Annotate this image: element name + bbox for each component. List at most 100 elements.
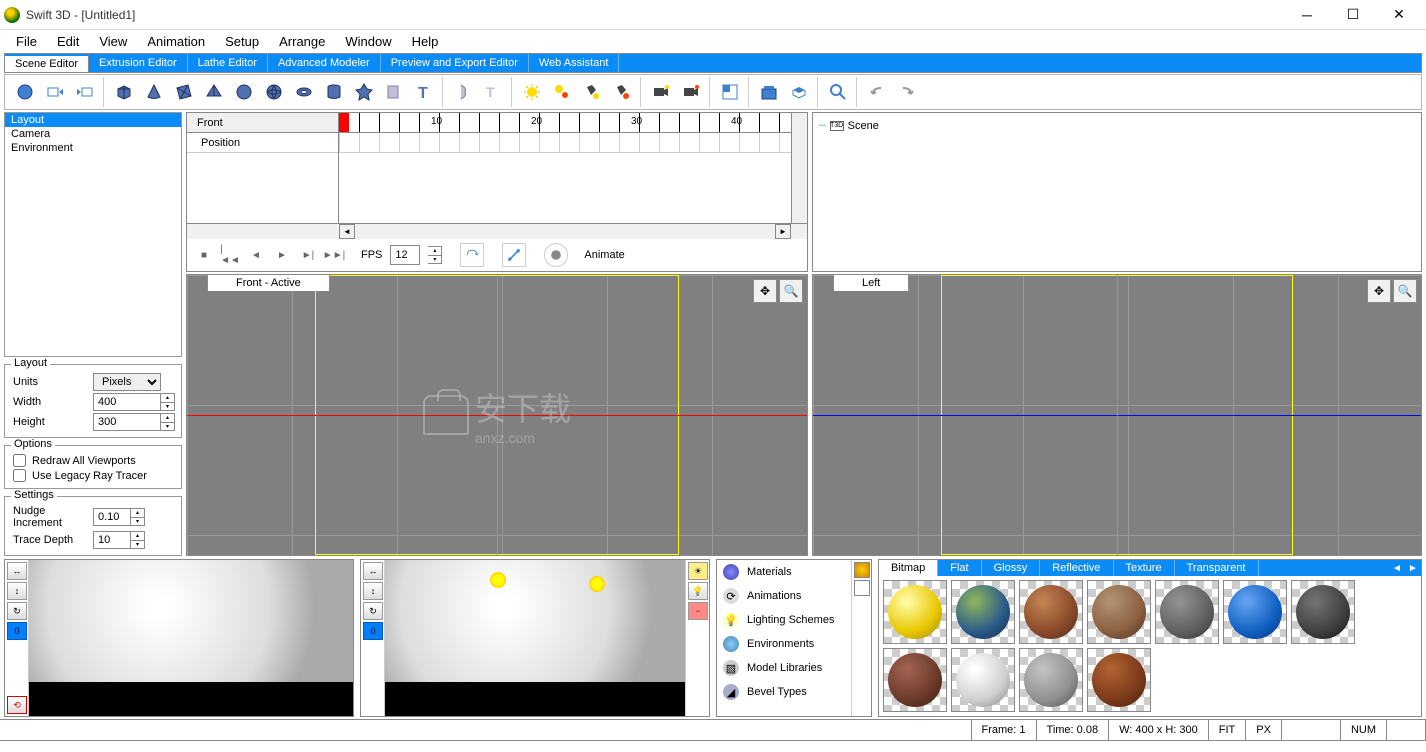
gallery-materials[interactable]: Materials: [717, 560, 851, 584]
fps-spinner[interactable]: ▴▾: [428, 246, 442, 264]
undo-icon[interactable]: [863, 78, 891, 106]
mat-tab-reflective[interactable]: Reflective: [1040, 560, 1113, 576]
plane-icon[interactable]: [170, 78, 198, 106]
timeline-track-position[interactable]: Position: [187, 133, 338, 153]
material-swatch[interactable]: [883, 580, 947, 644]
material-swatch[interactable]: [1291, 580, 1355, 644]
redraw-checkbox[interactable]: [13, 454, 26, 467]
viewport-front[interactable]: Front - Active ✥ 🔍 安下载anxz.com: [186, 274, 808, 556]
stop-button[interactable]: ■: [195, 246, 213, 264]
menu-window[interactable]: Window: [335, 32, 401, 51]
viewport-left-label[interactable]: Left: [833, 274, 909, 291]
show-grid-icon[interactable]: [755, 78, 783, 106]
object-list[interactable]: Layout Camera Environment: [4, 112, 182, 357]
status-px[interactable]: PX: [1245, 720, 1282, 741]
viewport-single-icon[interactable]: [716, 78, 744, 106]
light-target-icon[interactable]: [578, 78, 606, 106]
status-fit[interactable]: FIT: [1208, 720, 1247, 741]
width-input[interactable]: [93, 393, 161, 411]
menu-view[interactable]: View: [89, 32, 137, 51]
lighting-trackball[interactable]: ↔ ↕ ↻ 0 ☀ 💡 −: [360, 559, 710, 717]
menu-setup[interactable]: Setup: [215, 32, 269, 51]
mat-tab-bitmap[interactable]: Bitmap: [879, 560, 938, 576]
import-button[interactable]: [41, 78, 69, 106]
legacy-checkbox[interactable]: [13, 469, 26, 482]
scene-root-node[interactable]: ┄ T3D Scene: [819, 119, 1415, 132]
keyframe-button[interactable]: [502, 243, 526, 267]
list-item-layout[interactable]: Layout: [5, 113, 181, 127]
material-swatch[interactable]: [1087, 580, 1151, 644]
new-button[interactable]: [11, 78, 39, 106]
material-swatch[interactable]: [883, 648, 947, 712]
tab-lathe-editor[interactable]: Lathe Editor: [188, 54, 268, 72]
tab-advanced-modeler[interactable]: Advanced Modeler: [268, 54, 381, 72]
width-spinner[interactable]: ▴▾: [161, 393, 175, 411]
zoom-view-icon[interactable]: 🔍: [1393, 279, 1417, 303]
sphere-icon[interactable]: [230, 78, 258, 106]
camera-free-icon[interactable]: [677, 78, 705, 106]
list-item-camera[interactable]: Camera: [5, 127, 181, 141]
material-swatch[interactable]: [1019, 580, 1083, 644]
cube-icon[interactable]: [110, 78, 138, 106]
gallery-animations[interactable]: ⟳Animations: [717, 584, 851, 608]
units-select[interactable]: Pixels: [93, 373, 161, 391]
gallery-models[interactable]: ▧Model Libraries: [717, 656, 851, 680]
rotate-reset[interactable]: 0: [7, 622, 27, 640]
pan-icon[interactable]: ✥: [1367, 279, 1391, 303]
cone-icon[interactable]: [140, 78, 168, 106]
gallery-environments[interactable]: Environments: [717, 632, 851, 656]
gallery-mode-b[interactable]: [854, 580, 870, 596]
rotation-trackball[interactable]: ↔ ↕ ↻ 0 ⟲: [4, 559, 354, 717]
rotate-free-icon[interactable]: ↻: [7, 602, 27, 620]
camera-target-icon[interactable]: [647, 78, 675, 106]
material-swatch[interactable]: [1223, 580, 1287, 644]
first-frame-button[interactable]: |◄◄: [221, 246, 239, 264]
zoom-icon[interactable]: [824, 78, 852, 106]
rotate-z-icon[interactable]: ↕: [363, 582, 383, 600]
timeline-scroll-v[interactable]: [791, 113, 807, 223]
text-icon[interactable]: T: [410, 78, 438, 106]
material-swatch[interactable]: [951, 648, 1015, 712]
maximize-button[interactable]: ☐: [1330, 0, 1376, 30]
gallery-mode-a[interactable]: [854, 562, 870, 578]
rotate-xy-icon[interactable]: ↔: [363, 562, 383, 580]
export-button[interactable]: [71, 78, 99, 106]
material-swatch[interactable]: [1155, 580, 1219, 644]
material-swatch[interactable]: [1087, 648, 1151, 712]
loop-button[interactable]: [460, 243, 484, 267]
playhead[interactable]: [339, 113, 349, 133]
redo-icon[interactable]: [893, 78, 921, 106]
mat-tab-flat[interactable]: Flat: [938, 560, 981, 576]
mat-tab-prev[interactable]: ◄: [1389, 560, 1405, 576]
zoom-view-icon[interactable]: 🔍: [779, 279, 803, 303]
menu-help[interactable]: Help: [402, 32, 449, 51]
torus-icon[interactable]: [290, 78, 318, 106]
light-point-icon[interactable]: [518, 78, 546, 106]
gallery-lighting[interactable]: 💡Lighting Schemes: [717, 608, 851, 632]
light-free-icon[interactable]: [608, 78, 636, 106]
trace-input[interactable]: [93, 531, 131, 549]
list-item-environment[interactable]: Environment: [5, 141, 181, 155]
text3d-icon[interactable]: T: [479, 78, 507, 106]
mat-tab-next[interactable]: ►: [1405, 560, 1421, 576]
light-spot-icon[interactable]: [548, 78, 576, 106]
menu-arrange[interactable]: Arrange: [269, 32, 335, 51]
edit-light-icon[interactable]: 💡: [688, 582, 708, 600]
nudge-spinner[interactable]: ▴▾: [131, 508, 145, 526]
play-button[interactable]: ►: [273, 246, 291, 264]
mat-tab-glossy[interactable]: Glossy: [982, 560, 1041, 576]
extrude-icon[interactable]: [380, 78, 408, 106]
timeline-ruler[interactable]: 10 20 30 40: [339, 113, 791, 133]
trace-spinner[interactable]: ▴▾: [131, 531, 145, 549]
material-swatch[interactable]: [1019, 648, 1083, 712]
tab-extrusion-editor[interactable]: Extrusion Editor: [89, 54, 188, 72]
rotate-z-icon[interactable]: ↕: [7, 582, 27, 600]
prev-frame-button[interactable]: ◄: [247, 246, 265, 264]
tab-web-assistant[interactable]: Web Assistant: [529, 54, 620, 72]
menu-edit[interactable]: Edit: [47, 32, 89, 51]
pan-icon[interactable]: ✥: [753, 279, 777, 303]
cylinder-icon[interactable]: [320, 78, 348, 106]
menu-animation[interactable]: Animation: [137, 32, 215, 51]
pyramid-icon[interactable]: [200, 78, 228, 106]
height-spinner[interactable]: ▴▾: [161, 413, 175, 431]
